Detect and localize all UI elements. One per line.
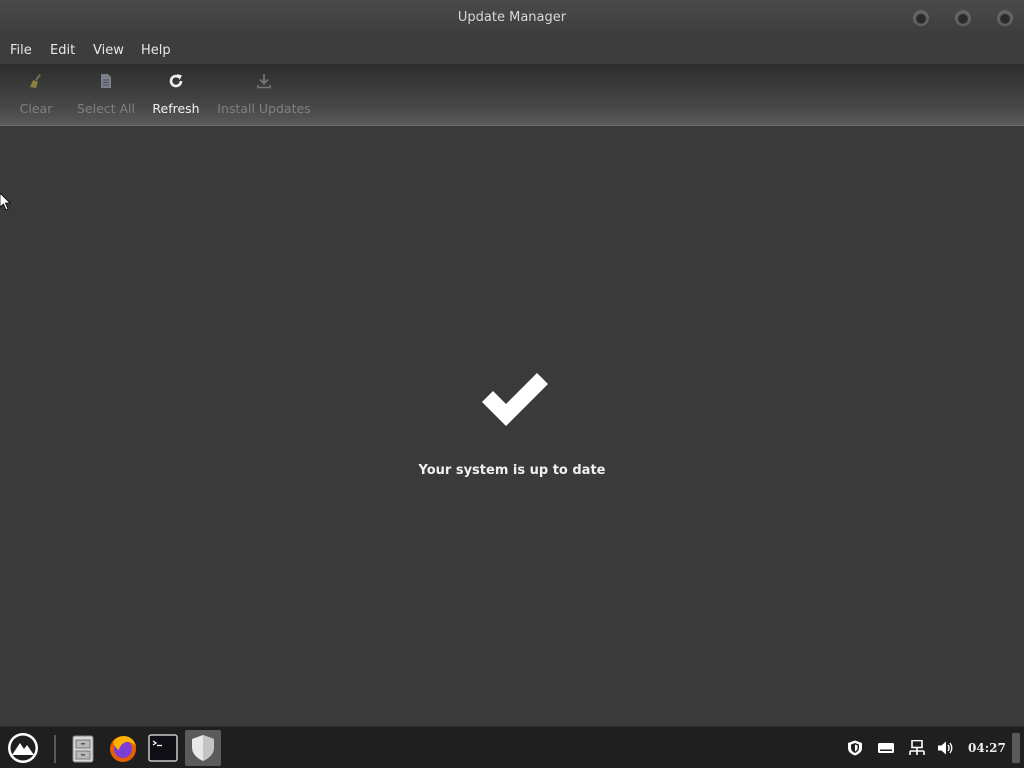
mouse-cursor-icon — [0, 193, 11, 211]
terminal-icon — [148, 734, 178, 762]
taskbar-separator — [54, 735, 56, 763]
clear-label: Clear — [19, 101, 53, 116]
minimize-button[interactable] — [913, 10, 929, 26]
update-manager-shield-icon — [192, 735, 214, 761]
menu-file[interactable]: File — [10, 43, 32, 58]
menu-icon — [8, 733, 38, 763]
checkmark-icon — [482, 373, 548, 426]
title-bar[interactable]: Update Manager — [0, 0, 1024, 36]
install-updates-button[interactable]: Install Updates — [214, 64, 314, 124]
taskbar: 04:27 — [0, 726, 1024, 768]
download-icon — [257, 74, 271, 89]
close-button[interactable] — [997, 10, 1013, 26]
keyboard-icon[interactable] — [877, 740, 895, 756]
window-title: Update Manager — [457, 10, 567, 25]
broom-icon — [30, 74, 41, 88]
volume-icon[interactable] — [937, 740, 955, 756]
menu-view[interactable]: View — [93, 43, 124, 58]
menu-help[interactable]: Help — [141, 43, 171, 58]
terminal-launcher[interactable] — [145, 730, 181, 766]
network-icon[interactable] — [908, 740, 926, 756]
menu-bar: File Edit View Help — [0, 36, 1024, 64]
toolbar: Clear Select All Refresh Install Updates — [0, 64, 1024, 126]
firefox-launcher[interactable] — [105, 730, 141, 766]
document-icon — [101, 74, 111, 88]
file-manager-icon — [72, 735, 94, 763]
file-manager-launcher[interactable] — [65, 730, 101, 766]
update-manager-task[interactable] — [185, 730, 221, 766]
clock[interactable]: 04:27 — [968, 741, 1006, 755]
select-all-button[interactable]: Select All — [74, 64, 138, 124]
shield-icon[interactable] — [846, 740, 864, 756]
show-desktop-button[interactable] — [1012, 733, 1020, 763]
start-menu-button[interactable] — [5, 730, 41, 766]
status-message: Your system is up to date — [418, 463, 606, 478]
maximize-button[interactable] — [955, 10, 971, 26]
refresh-label: Refresh — [152, 101, 200, 116]
menu-edit[interactable]: Edit — [50, 43, 75, 58]
refresh-button[interactable]: Refresh — [148, 64, 204, 124]
clear-button[interactable]: Clear — [8, 64, 64, 124]
install-updates-label: Install Updates — [217, 101, 311, 116]
firefox-icon — [110, 736, 136, 762]
select-all-label: Select All — [76, 101, 136, 116]
refresh-icon — [169, 74, 183, 88]
